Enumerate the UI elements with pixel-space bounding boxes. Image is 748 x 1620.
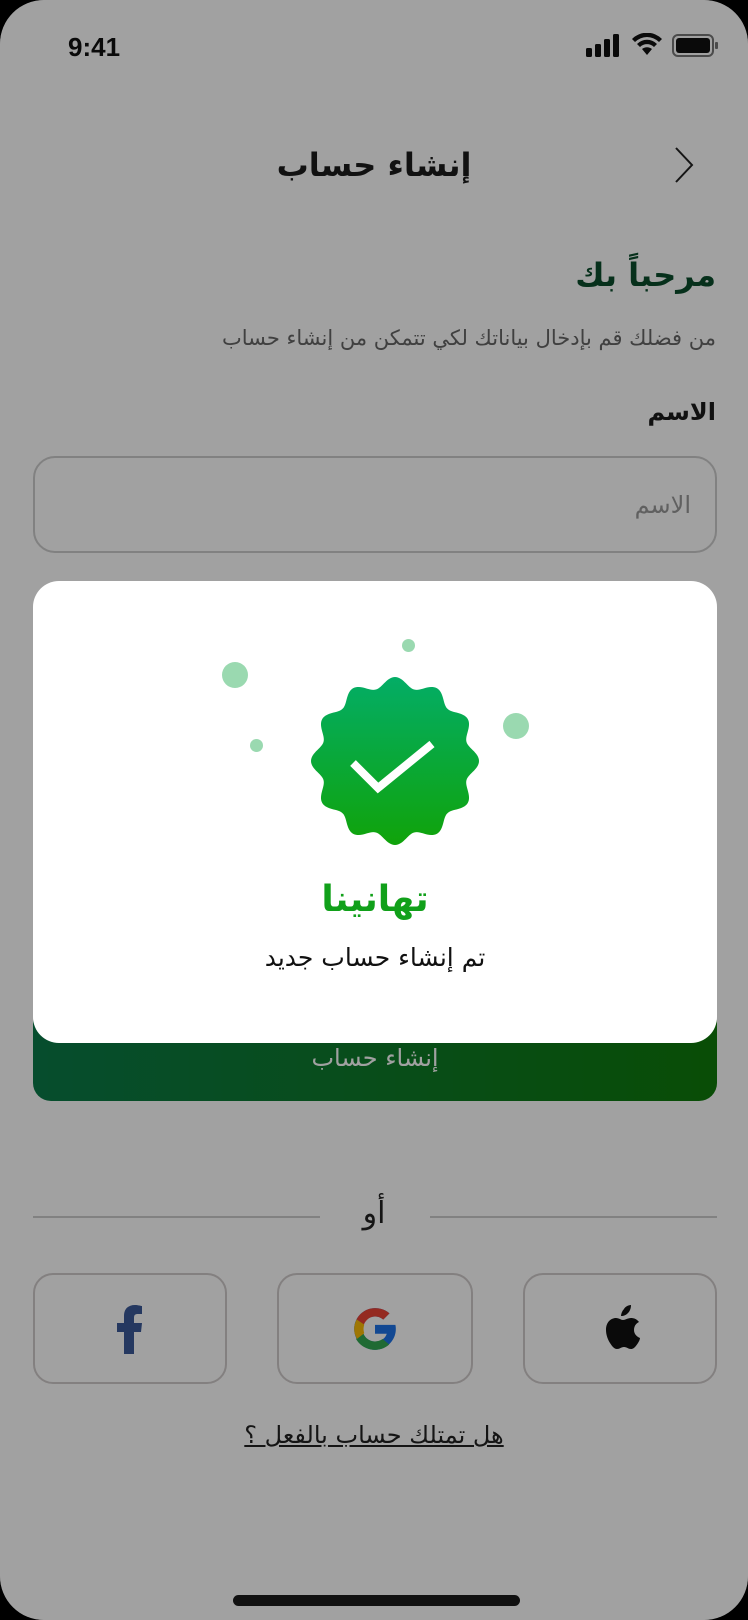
success-badge-icon bbox=[311, 677, 479, 845]
confetti-dot bbox=[250, 739, 263, 752]
confetti-dot bbox=[503, 713, 529, 739]
confetti-dot bbox=[222, 662, 248, 688]
screen: 9:41 إنشاء حساب مرحباً بك من فضلك قم بإد… bbox=[0, 0, 748, 1620]
success-modal: تهانينا تم إنشاء حساب جديد bbox=[33, 581, 717, 1043]
confetti-dot bbox=[402, 639, 415, 652]
modal-title: تهانينا bbox=[321, 879, 429, 920]
home-indicator[interactable] bbox=[233, 1595, 520, 1606]
modal-message: تم إنشاء حساب جديد bbox=[264, 943, 486, 972]
